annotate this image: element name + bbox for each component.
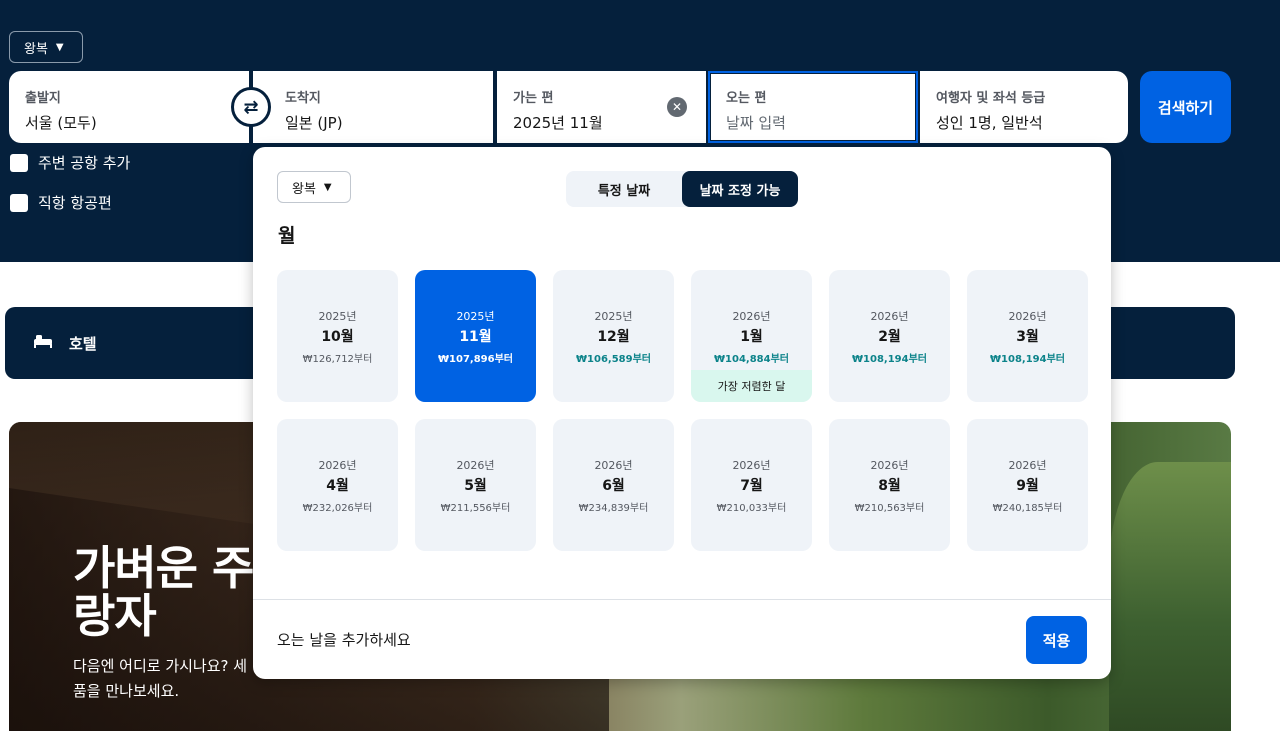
month-price: ₩107,896부터 <box>438 353 513 365</box>
tab-flexible-dates[interactable]: 날짜 조정 가능 <box>682 171 798 207</box>
month-card-2026-02[interactable]: 2026년 2월 ₩108,194부터 <box>829 270 950 402</box>
month-heading: 월 <box>278 225 296 247</box>
cheapest-month-badge: 가장 저렴한 달 <box>691 370 812 402</box>
month-card-2025-12[interactable]: 2025년 12월 ₩106,589부터 <box>553 270 674 402</box>
hero-subtitle-line1: 다음엔 어디로 가시나요? 세 <box>73 657 248 675</box>
month-name: 5월 <box>464 477 487 494</box>
tab-specific-dates[interactable]: 특정 날짜 <box>566 171 682 207</box>
travellers-label: 여행자 및 좌석 등급 <box>936 91 1046 106</box>
destination-field[interactable]: 도착지 일본 (JP) <box>253 71 493 143</box>
trip-type-select[interactable]: 왕복 ▼ <box>9 31 83 63</box>
popover-trip-type-select[interactable]: 왕복 ▼ <box>277 171 351 203</box>
month-card-2026-04[interactable]: 2026년 4월 ₩232,026부터 <box>277 419 398 551</box>
depart-label: 가는 편 <box>513 91 554 106</box>
month-name: 6월 <box>602 477 625 494</box>
month-price: ₩108,194부터 <box>990 353 1065 365</box>
month-price: ₩240,185부터 <box>992 502 1063 514</box>
return-placeholder: 날짜 입력 <box>726 114 786 132</box>
popover-trip-type-label: 왕복 <box>292 181 316 197</box>
month-price: ₩104,884부터 <box>714 354 789 365</box>
month-year: 2026년 <box>1008 458 1047 472</box>
month-year: 2026년 <box>456 458 495 472</box>
direct-flights-checkbox[interactable]: 직항 항공편 <box>10 192 112 213</box>
destination-value: 일본 (JP) <box>285 114 343 132</box>
hero-subtitle: 다음엔 어디로 가시나요? 세 품을 만나보세요. <box>73 654 247 704</box>
origin-field[interactable]: 출발지 서울 (모두) <box>9 71 249 143</box>
month-price: ₩234,839부터 <box>578 502 649 514</box>
hero-title-line1: 가벼운 주 <box>73 541 254 595</box>
hotel-label: 호텔 <box>69 334 97 353</box>
bed-icon <box>33 333 53 354</box>
month-year: 2026년 <box>870 458 909 472</box>
month-year: 2026년 <box>732 310 771 323</box>
hero-title-line2: 랑자 <box>73 589 157 643</box>
month-card-2025-11[interactable]: 2025년 11월 ₩107,896부터 <box>415 270 536 402</box>
hero-image-palms <box>1109 462 1231 731</box>
search-button[interactable]: 검색하기 <box>1140 71 1231 143</box>
month-price: ₩210,033부터 <box>716 502 787 514</box>
month-card-2026-08[interactable]: 2026년 8월 ₩210,563부터 <box>829 419 950 551</box>
apply-button[interactable]: 적용 <box>1026 616 1087 664</box>
month-year: 2026년 <box>1008 309 1047 323</box>
origin-label: 출발지 <box>25 91 61 106</box>
depart-value: 2025년 11월 <box>513 114 603 132</box>
month-name: 3월 <box>1016 328 1039 345</box>
month-name: 10월 <box>321 328 354 345</box>
trip-type-label: 왕복 <box>24 41 48 57</box>
chevron-down-icon: ▼ <box>55 41 64 53</box>
date-picker-footer: 오는 날을 추가하세요 적용 <box>253 599 1111 679</box>
travellers-value: 성인 1명, 일반석 <box>936 114 1043 132</box>
month-price: ₩232,026부터 <box>302 502 373 514</box>
month-grid: 2025년 10월 ₩126,712부터 2025년 11월 ₩107,896부… <box>277 270 1088 551</box>
date-picker-popover: 왕복 ▼ 특정 날짜 날짜 조정 가능 월 2025년 10월 ₩126,712… <box>253 147 1111 679</box>
nearby-airports-label: 주변 공항 추가 <box>38 154 131 172</box>
checkbox-icon[interactable] <box>10 193 28 212</box>
month-card-2026-09[interactable]: 2026년 9월 ₩240,185부터 <box>967 419 1088 551</box>
month-card-2026-06[interactable]: 2026년 6월 ₩234,839부터 <box>553 419 674 551</box>
month-name: 12월 <box>597 328 630 345</box>
month-card-2026-03[interactable]: 2026년 3월 ₩108,194부터 <box>967 270 1088 402</box>
month-card-2026-07[interactable]: 2026년 7월 ₩210,033부터 <box>691 419 812 551</box>
nearby-airports-checkbox[interactable]: 주변 공항 추가 <box>10 152 130 173</box>
footer-message: 오는 날을 추가하세요 <box>277 631 411 649</box>
clear-icon[interactable]: ✕ <box>667 97 687 117</box>
date-mode-toggle: 특정 날짜 날짜 조정 가능 <box>566 171 798 207</box>
month-price: ₩106,589부터 <box>576 353 651 365</box>
return-field[interactable]: 오는 편 날짜 입력 <box>708 71 918 143</box>
month-year: 2025년 <box>318 309 357 323</box>
checkbox-icon[interactable] <box>10 153 28 172</box>
month-year: 2025년 <box>456 309 495 323</box>
return-label: 오는 편 <box>726 91 767 106</box>
month-year: 2025년 <box>594 309 633 323</box>
month-card-2026-05[interactable]: 2026년 5월 ₩211,556부터 <box>415 419 536 551</box>
month-card-2025-10[interactable]: 2025년 10월 ₩126,712부터 <box>277 270 398 402</box>
month-year: 2026년 <box>732 458 771 472</box>
month-name: 7월 <box>740 477 763 494</box>
hero-subtitle-line2: 품을 만나보세요. <box>73 682 180 700</box>
month-year: 2026년 <box>870 309 909 323</box>
origin-value: 서울 (모두) <box>25 114 97 132</box>
month-name: 11월 <box>459 328 492 345</box>
month-card-2026-01[interactable]: 2026년 1월 ₩104,884부터 가장 저렴한 달 <box>691 270 812 402</box>
month-year: 2026년 <box>594 458 633 472</box>
month-name: 1월 <box>740 329 763 345</box>
month-name: 4월 <box>326 477 349 494</box>
swap-icon[interactable]: ⇄ <box>231 87 271 127</box>
direct-flights-label: 직항 항공편 <box>38 194 112 212</box>
month-price: ₩210,563부터 <box>854 502 925 514</box>
travellers-field[interactable]: 여행자 및 좌석 등급 성인 1명, 일반석 <box>920 71 1128 143</box>
month-price: ₩108,194부터 <box>852 353 927 365</box>
month-price: ₩211,556부터 <box>440 502 511 514</box>
month-name: 8월 <box>878 477 901 494</box>
destination-label: 도착지 <box>285 91 321 106</box>
chevron-down-icon: ▼ <box>323 181 332 193</box>
month-price: ₩126,712부터 <box>302 353 373 365</box>
month-year: 2026년 <box>318 458 357 472</box>
month-name: 2월 <box>878 328 901 345</box>
month-name: 9월 <box>1016 477 1039 494</box>
hero-title: 가벼운 주 랑자 <box>73 541 254 643</box>
